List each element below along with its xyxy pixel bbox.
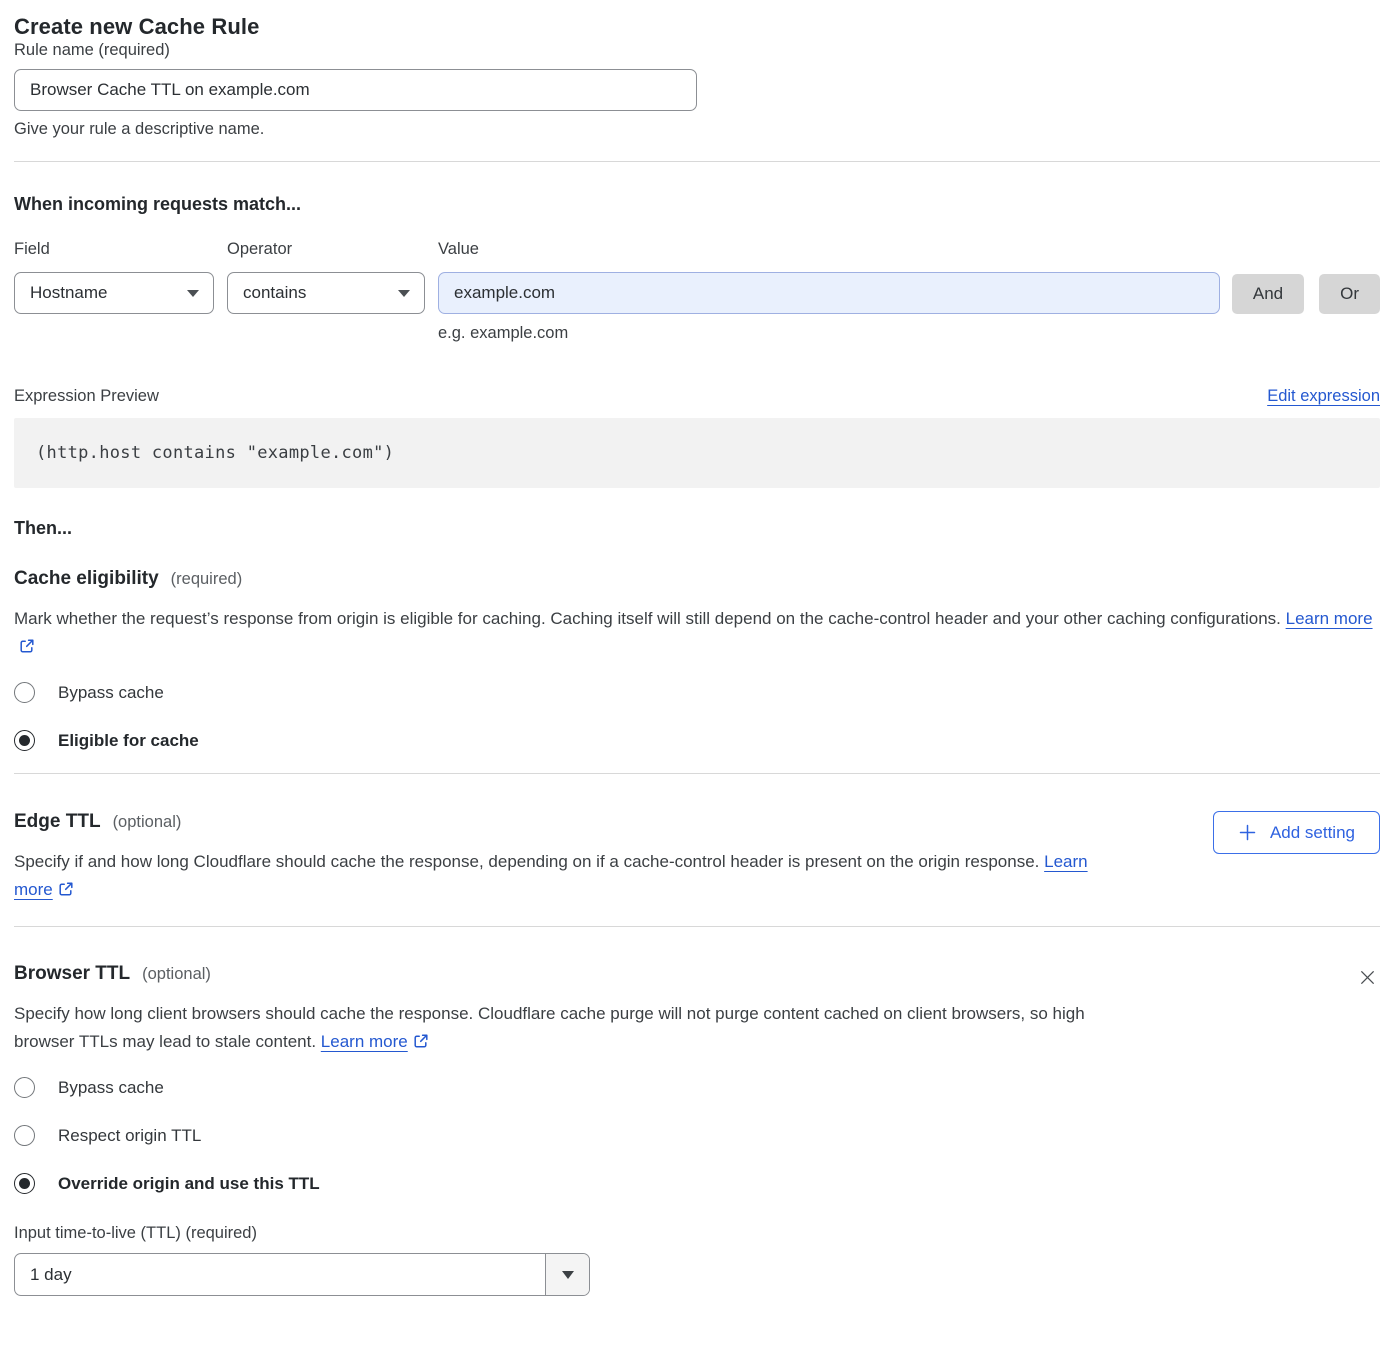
browser-ttl-learn-more-link[interactable]: Learn more bbox=[321, 1032, 408, 1051]
radio-bypass-cache[interactable]: Bypass cache bbox=[14, 1077, 1380, 1098]
field-select-value: Hostname bbox=[30, 283, 107, 303]
plus-icon bbox=[1238, 823, 1257, 842]
radio-icon bbox=[14, 730, 35, 751]
ttl-select-arrow-button[interactable] bbox=[545, 1254, 589, 1295]
radio-icon bbox=[14, 682, 35, 703]
edge-ttl-title: Edge TTL bbox=[14, 811, 101, 833]
chevron-down-icon bbox=[562, 1271, 574, 1279]
radio-label: Bypass cache bbox=[58, 683, 164, 703]
external-link-icon bbox=[19, 638, 35, 654]
cache-eligibility-description-text: Mark whether the request’s response from… bbox=[14, 609, 1281, 628]
cache-eligibility-learn-more-link[interactable]: Learn more bbox=[1286, 609, 1373, 628]
ttl-input-label: Input time-to-live (TTL) (required) bbox=[14, 1224, 1380, 1243]
create-cache-rule-form: Create new Cache Rule Rule name (require… bbox=[0, 0, 1400, 1314]
browser-ttl-content: Browser TTL (optional) Specify how long … bbox=[14, 963, 1114, 1056]
value-input[interactable] bbox=[438, 272, 1220, 314]
expression-preview-label: Expression Preview bbox=[14, 387, 159, 406]
expression-code: (http.host contains "example.com") bbox=[14, 418, 1380, 488]
chevron-down-icon bbox=[187, 290, 199, 297]
edge-ttl-header: Edge TTL (optional) bbox=[14, 811, 1114, 833]
and-button[interactable]: And bbox=[1232, 274, 1304, 314]
value-help: e.g. example.com bbox=[438, 324, 1220, 343]
radio-eligible-for-cache[interactable]: Eligible for cache bbox=[14, 730, 1380, 751]
field-column: Field Hostname bbox=[14, 240, 214, 314]
value-label: Value bbox=[438, 240, 1220, 259]
field-select[interactable]: Hostname bbox=[14, 272, 214, 314]
chevron-down-icon bbox=[398, 290, 410, 297]
ttl-select[interactable]: 1 day bbox=[14, 1253, 590, 1296]
radio-override-origin-ttl[interactable]: Override origin and use this TTL bbox=[14, 1173, 1380, 1194]
operator-label: Operator bbox=[227, 240, 425, 259]
operator-column: Operator contains bbox=[227, 240, 425, 314]
edit-expression-link[interactable]: Edit expression bbox=[1267, 387, 1380, 406]
browser-ttl-description: Specify how long client browsers should … bbox=[14, 1000, 1114, 1056]
match-heading: When incoming requests match... bbox=[14, 194, 1380, 215]
radio-bypass-cache[interactable]: Bypass cache bbox=[14, 682, 1380, 703]
cache-eligibility-description: Mark whether the request’s response from… bbox=[14, 605, 1380, 661]
divider bbox=[14, 161, 1380, 162]
ttl-select-value: 1 day bbox=[15, 1254, 545, 1295]
cache-eligibility-header: Cache eligibility (required) bbox=[14, 568, 1380, 590]
external-link-icon bbox=[413, 1033, 429, 1049]
andor-buttons: And Or bbox=[1232, 274, 1380, 314]
radio-label: Eligible for cache bbox=[58, 731, 199, 751]
add-setting-button[interactable]: Add setting bbox=[1213, 811, 1380, 854]
edge-ttl-section: Edge TTL (optional) Specify if and how l… bbox=[14, 811, 1380, 904]
radio-label: Override origin and use this TTL bbox=[58, 1174, 320, 1194]
edge-ttl-optional-badge: (optional) bbox=[113, 813, 182, 832]
radio-respect-origin-ttl[interactable]: Respect origin TTL bbox=[14, 1125, 1380, 1146]
radio-icon bbox=[14, 1077, 35, 1098]
radio-icon bbox=[14, 1173, 35, 1194]
operator-select[interactable]: contains bbox=[227, 272, 425, 314]
rule-name-input[interactable] bbox=[14, 69, 697, 111]
value-column: Value e.g. example.com bbox=[438, 240, 1220, 343]
browser-ttl-section: Browser TTL (optional) Specify how long … bbox=[14, 963, 1380, 1056]
page-title: Create new Cache Rule bbox=[14, 14, 1380, 40]
browser-ttl-options: Bypass cache Respect origin TTL Override… bbox=[14, 1077, 1380, 1194]
divider bbox=[14, 926, 1380, 927]
cache-eligibility-title: Cache eligibility bbox=[14, 568, 159, 590]
then-heading: Then... bbox=[14, 518, 1380, 539]
browser-ttl-optional-badge: (optional) bbox=[142, 965, 211, 984]
radio-label: Bypass cache bbox=[58, 1078, 164, 1098]
edge-ttl-description-text: Specify if and how long Cloudflare shoul… bbox=[14, 852, 1039, 871]
rule-name-help: Give your rule a descriptive name. bbox=[14, 120, 1380, 139]
browser-ttl-title: Browser TTL bbox=[14, 963, 130, 985]
external-link-icon bbox=[58, 881, 74, 897]
edge-ttl-content: Edge TTL (optional) Specify if and how l… bbox=[14, 811, 1114, 904]
add-setting-label: Add setting bbox=[1270, 823, 1355, 843]
remove-browser-ttl-button[interactable] bbox=[1355, 965, 1380, 993]
field-label: Field bbox=[14, 240, 214, 259]
cache-eligibility-required-badge: (required) bbox=[171, 570, 243, 589]
cache-eligibility-options: Bypass cache Eligible for cache bbox=[14, 682, 1380, 751]
divider bbox=[14, 773, 1380, 774]
match-condition-row: Field Hostname Operator contains Value e… bbox=[14, 240, 1380, 343]
rule-name-label: Rule name (required) bbox=[14, 41, 170, 59]
or-button[interactable]: Or bbox=[1319, 274, 1380, 314]
radio-icon bbox=[14, 1125, 35, 1146]
expression-preview-row: Expression Preview Edit expression bbox=[14, 387, 1380, 406]
close-icon bbox=[1357, 967, 1378, 988]
radio-label: Respect origin TTL bbox=[58, 1126, 201, 1146]
browser-ttl-description-text: Specify how long client browsers should … bbox=[14, 1004, 1085, 1051]
edge-ttl-description: Specify if and how long Cloudflare shoul… bbox=[14, 848, 1114, 904]
operator-select-value: contains bbox=[243, 283, 306, 303]
browser-ttl-header: Browser TTL (optional) bbox=[14, 963, 1114, 985]
